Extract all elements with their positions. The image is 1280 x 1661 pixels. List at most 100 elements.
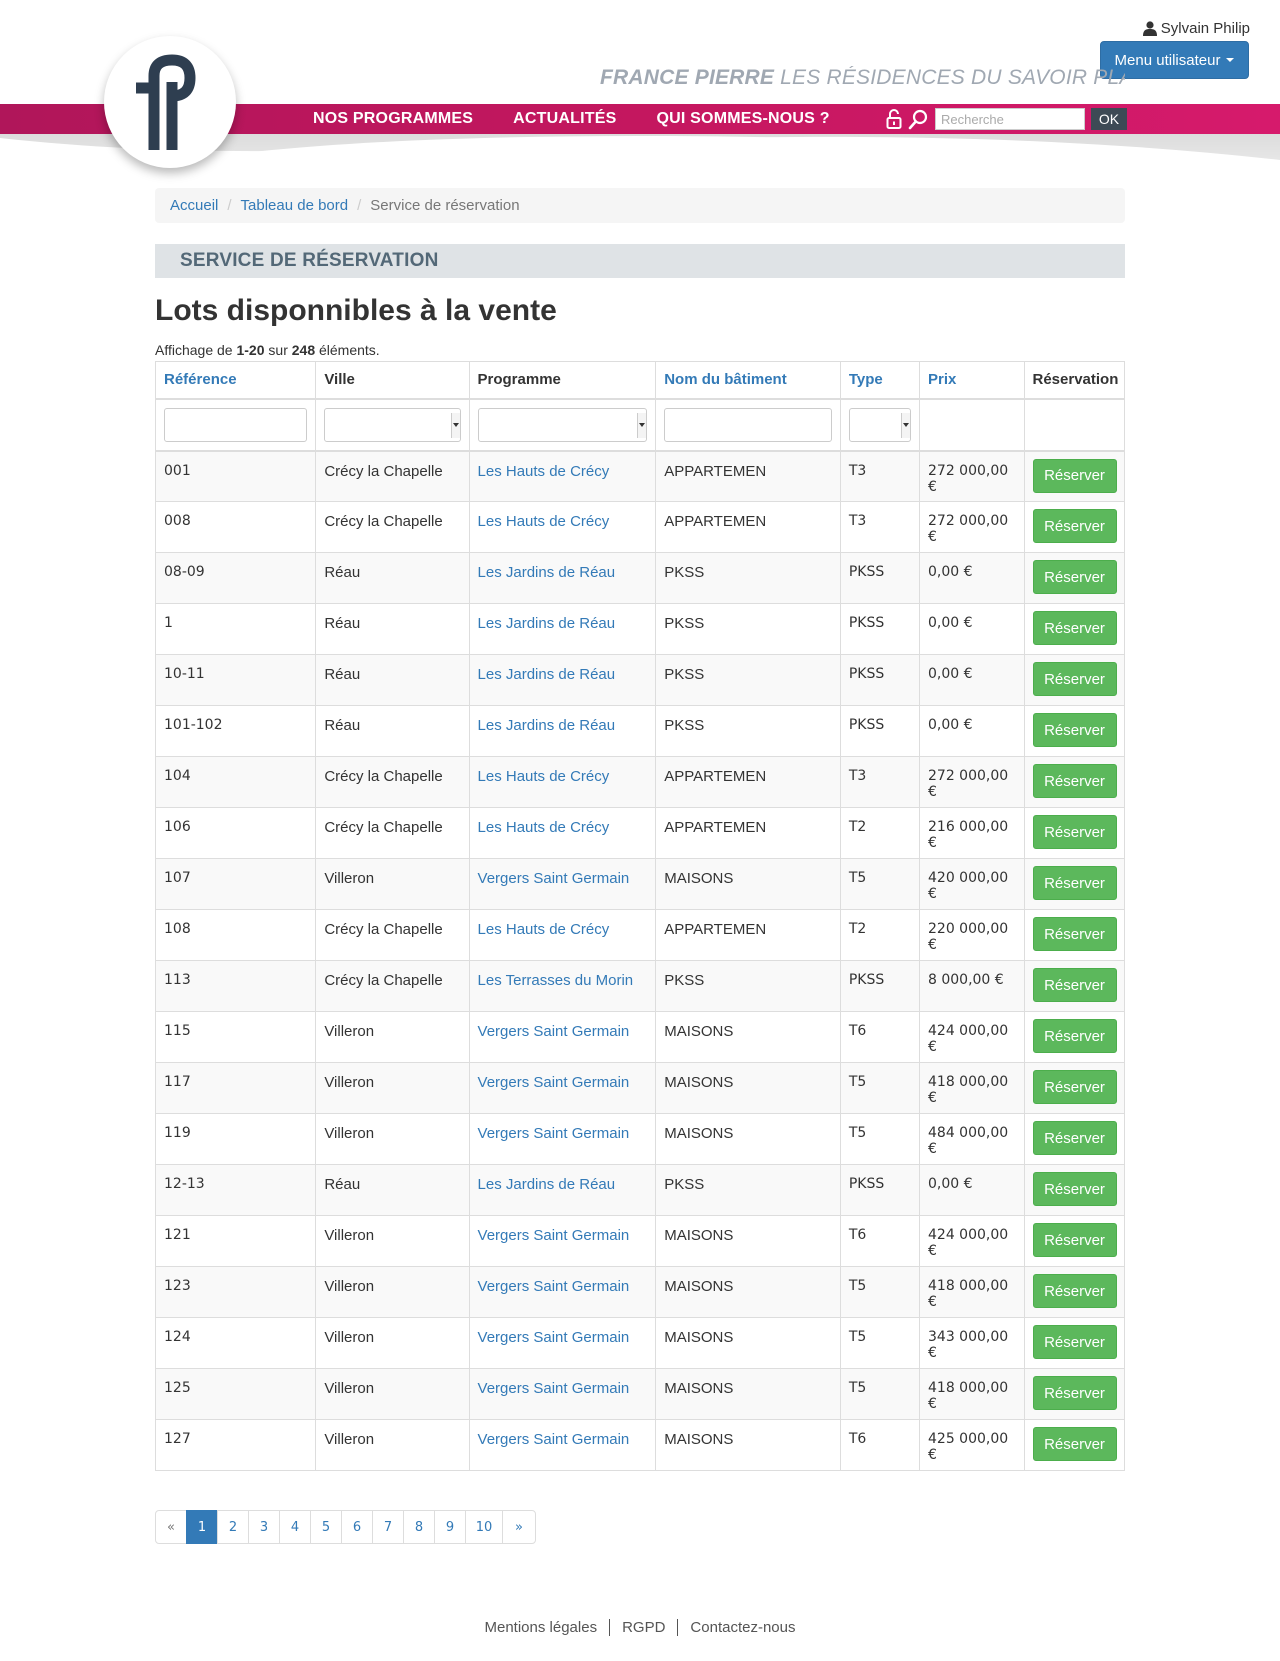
lot-programme-link[interactable]: Vergers Saint Germain: [478, 1329, 630, 1346]
reserve-button[interactable]: Réserver: [1032, 1070, 1117, 1104]
pagination-page[interactable]: 5: [310, 1510, 342, 1544]
nav-item-programmes[interactable]: NOS PROGRAMMES: [313, 110, 473, 128]
lock-icon[interactable]: [884, 108, 904, 130]
lot-reference: 121: [154, 1215, 317, 1267]
column-header-prix[interactable]: Prix: [919, 361, 1025, 400]
reserve-button[interactable]: Réserver: [1032, 866, 1117, 900]
lot-programme-link[interactable]: Les Jardins de Réau: [478, 717, 616, 734]
lot-programme-cell: Vergers Saint Germain: [468, 1317, 657, 1369]
sort-type-link[interactable]: Type: [849, 371, 883, 388]
filter-row: [154, 398, 1125, 452]
lot-reference: 108: [154, 909, 317, 961]
site-logo[interactable]: [104, 36, 236, 168]
lot-programme-link[interactable]: Vergers Saint Germain: [478, 870, 630, 887]
reserve-button[interactable]: Réserver: [1032, 611, 1117, 645]
lot-programme-link[interactable]: Les Hauts de Crécy: [478, 513, 610, 530]
lot-ville: Villeron: [315, 858, 470, 910]
reserve-button[interactable]: Réserver: [1032, 1019, 1117, 1053]
lot-programme-cell: Vergers Saint Germain: [468, 858, 657, 910]
reserve-button[interactable]: Réserver: [1032, 560, 1117, 594]
search-input[interactable]: [935, 108, 1085, 130]
batiment-filter-input[interactable]: [664, 407, 832, 442]
pagination-next[interactable]: »: [502, 1510, 536, 1544]
lot-programme-link[interactable]: Les Jardins de Réau: [478, 564, 616, 581]
lot-programme-link[interactable]: Les Hauts de Crécy: [478, 463, 610, 480]
footer-link-contact[interactable]: Contactez-nous: [677, 1619, 807, 1636]
reserve-button[interactable]: Réserver: [1032, 1427, 1117, 1461]
nav-item-qui-sommes-nous[interactable]: QUI SOMMES-NOUS ?: [656, 110, 829, 128]
column-header-batiment[interactable]: Nom du bâtiment: [655, 361, 841, 400]
lot-programme-link[interactable]: Les Terrasses du Morin: [478, 972, 634, 989]
reserve-button[interactable]: Réserver: [1032, 713, 1117, 747]
summary-suffix: éléments.: [315, 342, 380, 358]
pagination-page[interactable]: 6: [341, 1510, 373, 1544]
lot-programme-link[interactable]: Vergers Saint Germain: [478, 1380, 630, 1397]
filter-cell: [468, 398, 657, 452]
pagination-page[interactable]: 4: [279, 1510, 311, 1544]
lot-type: T3: [839, 756, 921, 808]
sort-prix-link[interactable]: Prix: [928, 371, 956, 388]
sort-batiment-link[interactable]: Nom du bâtiment: [664, 371, 787, 388]
reserve-button[interactable]: Réserver: [1032, 1376, 1117, 1410]
lot-programme-link[interactable]: Les Hauts de Crécy: [478, 819, 610, 836]
column-header-reference[interactable]: Référence: [154, 361, 317, 400]
programme-filter-select[interactable]: [477, 407, 648, 442]
ville-filter-select[interactable]: [324, 407, 461, 442]
lot-programme-link[interactable]: Vergers Saint Germain: [478, 1278, 630, 1295]
search-icon[interactable]: [908, 108, 928, 130]
lot-batiment: PKSS: [655, 960, 841, 1012]
lot-ville: Réau: [315, 654, 470, 706]
sort-reference-link[interactable]: Référence: [164, 371, 237, 388]
type-filter-select[interactable]: [848, 407, 911, 442]
lot-programme-link[interactable]: Les Jardins de Réau: [478, 1176, 616, 1193]
reserve-button[interactable]: Réserver: [1032, 1223, 1117, 1257]
lot-programme-cell: Les Hauts de Crécy: [468, 807, 657, 859]
nav-item-actualites[interactable]: ACTUALITÉS: [513, 110, 616, 128]
lot-programme-link[interactable]: Vergers Saint Germain: [478, 1023, 630, 1040]
pagination-page[interactable]: 3: [248, 1510, 280, 1544]
reserve-button[interactable]: Réserver: [1032, 968, 1117, 1002]
lot-programme-link[interactable]: Vergers Saint Germain: [478, 1227, 630, 1244]
lot-type: PKSS: [839, 705, 921, 757]
search-submit-button[interactable]: OK: [1091, 108, 1127, 130]
reserve-button[interactable]: Réserver: [1032, 815, 1117, 849]
column-header-type[interactable]: Type: [839, 361, 921, 400]
table-row: 125 Villeron Vergers Saint Germain MAISONS T…: [154, 1368, 1125, 1420]
filter-cell-empty: [919, 398, 1025, 452]
breadcrumb-dashboard[interactable]: Tableau de bord: [241, 197, 349, 214]
reserve-button[interactable]: Réserver: [1032, 1172, 1117, 1206]
reserve-button[interactable]: Réserver: [1032, 662, 1117, 696]
footer-link-rgpd[interactable]: RGPD: [609, 1619, 677, 1636]
lot-programme-link[interactable]: Les Hauts de Crécy: [478, 921, 610, 938]
site-tagline: FRANCE PIERRE LES RÉSIDENCES DU SAVOIR P…: [600, 66, 1125, 90]
pagination-prev[interactable]: «: [155, 1510, 187, 1544]
lot-programme-link[interactable]: Vergers Saint Germain: [478, 1125, 630, 1142]
pagination-page[interactable]: 9: [434, 1510, 466, 1544]
lot-programme-link[interactable]: Les Jardins de Réau: [478, 666, 616, 683]
lot-reference: 1: [154, 603, 317, 655]
pagination-page[interactable]: 10: [465, 1510, 503, 1544]
lot-ville: Villeron: [315, 1368, 470, 1420]
footer-link-mentions[interactable]: Mentions légales: [473, 1619, 610, 1636]
lot-programme-link[interactable]: Les Hauts de Crécy: [478, 768, 610, 785]
table-row: 124 Villeron Vergers Saint Germain MAISONS T…: [154, 1317, 1125, 1369]
reserve-button[interactable]: Réserver: [1032, 917, 1117, 951]
reserve-button[interactable]: Réserver: [1032, 1274, 1117, 1308]
reserve-button[interactable]: Réserver: [1032, 458, 1117, 493]
reserve-button[interactable]: Réserver: [1032, 509, 1117, 543]
breadcrumb-home[interactable]: Accueil: [170, 197, 218, 214]
lot-type: T3: [839, 501, 921, 553]
lot-programme-link[interactable]: Vergers Saint Germain: [478, 1431, 630, 1448]
pagination-page[interactable]: 2: [217, 1510, 249, 1544]
pagination-page[interactable]: 1: [186, 1510, 218, 1544]
reserve-button[interactable]: Réserver: [1032, 764, 1117, 798]
pagination-page[interactable]: 7: [372, 1510, 404, 1544]
reserve-button[interactable]: Réserver: [1032, 1325, 1117, 1359]
reference-filter-input[interactable]: [164, 407, 308, 442]
lot-programme-link[interactable]: Les Jardins de Réau: [478, 615, 616, 632]
lot-programme-link[interactable]: Vergers Saint Germain: [478, 1074, 630, 1091]
lot-reference: 001: [154, 450, 317, 502]
lot-ville: Crécy la Chapelle: [315, 501, 470, 553]
pagination-page[interactable]: 8: [403, 1510, 435, 1544]
reserve-button[interactable]: Réserver: [1032, 1121, 1117, 1155]
